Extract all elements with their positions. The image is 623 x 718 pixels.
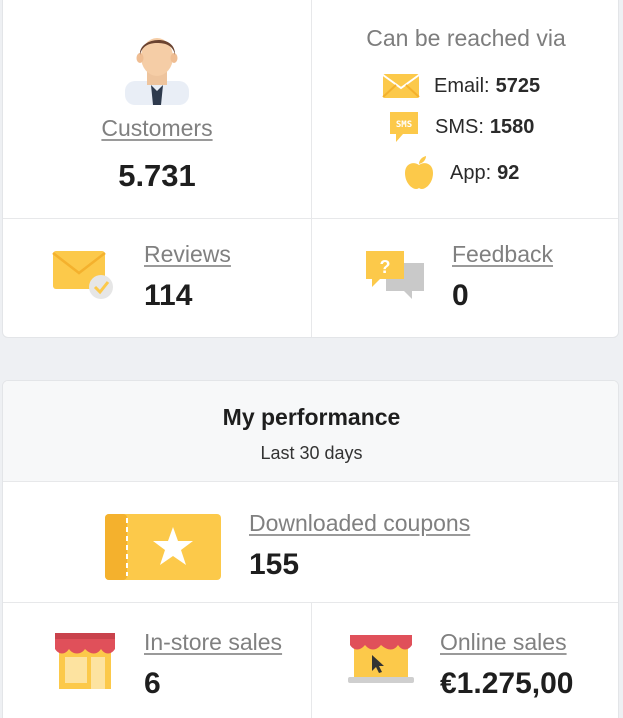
customers-cell: Customers 5.731 [3, 0, 311, 218]
reviews-count: 114 [144, 279, 193, 312]
reviews-link[interactable]: Reviews [144, 241, 231, 268]
store-icon [55, 633, 115, 689]
apple-icon [405, 156, 433, 189]
audience-card: Customers 5.731 Can be reached via Email… [2, 0, 619, 338]
coupon-ticket-icon [105, 514, 221, 580]
customer-avatar-icon [125, 38, 189, 105]
online-sales-amount: €1.275,00 [440, 667, 574, 700]
envelope-icon [382, 74, 420, 98]
instore-sales-link[interactable]: In-store sales [144, 629, 282, 656]
coupons-cell: Downloaded coupons 155 [3, 482, 618, 602]
feedback-cell: ? Feedback 0 [312, 219, 618, 337]
reach-app-row: App: 92 [402, 155, 519, 191]
reach-app-label: App: [450, 161, 492, 184]
instore-sales-cell: In-store sales 6 [3, 603, 311, 718]
sms-badge-text: SMS [396, 120, 412, 130]
performance-card: My performance Last 30 days Downloaded c… [2, 380, 619, 718]
reach-email-row: Email: 5725 [382, 73, 540, 99]
reach-email-value: 5725 [495, 74, 541, 97]
feedback-link[interactable]: Feedback [452, 241, 553, 268]
feedback-count: 0 [452, 279, 469, 312]
reach-email-label: Email: [434, 74, 490, 97]
performance-title: My performance [222, 404, 401, 430]
reviews-cell: Reviews 114 [3, 219, 311, 337]
svg-text:?: ? [380, 257, 391, 277]
customers-link[interactable]: Customers [3, 115, 311, 142]
review-envelope-icon [52, 251, 113, 299]
online-sales-cell: Online sales €1.275,00 [312, 603, 618, 718]
coupons-count: 155 [249, 548, 300, 581]
online-store-icon [348, 635, 414, 683]
online-sales-link[interactable]: Online sales [440, 629, 567, 656]
reach-sms-row: SMS SMS: 1580 [387, 109, 534, 145]
reach-title: Can be reached via [366, 25, 566, 51]
coupons-link[interactable]: Downloaded coupons [249, 510, 470, 537]
feedback-chat-icon: ? [366, 251, 424, 299]
sms-bubble-icon: SMS [390, 112, 418, 142]
reach-cell: Can be reached via Email: 5725 SMS SMS: … [312, 0, 618, 218]
instore-sales-count: 6 [144, 667, 161, 700]
performance-subtitle: Last 30 days [260, 443, 363, 463]
reach-app-value: 92 [497, 161, 520, 184]
customers-count: 5.731 [118, 158, 196, 193]
performance-header: My performance Last 30 days [3, 381, 618, 482]
reach-sms-label: SMS: [435, 115, 484, 138]
reach-sms-value: 1580 [489, 115, 535, 138]
